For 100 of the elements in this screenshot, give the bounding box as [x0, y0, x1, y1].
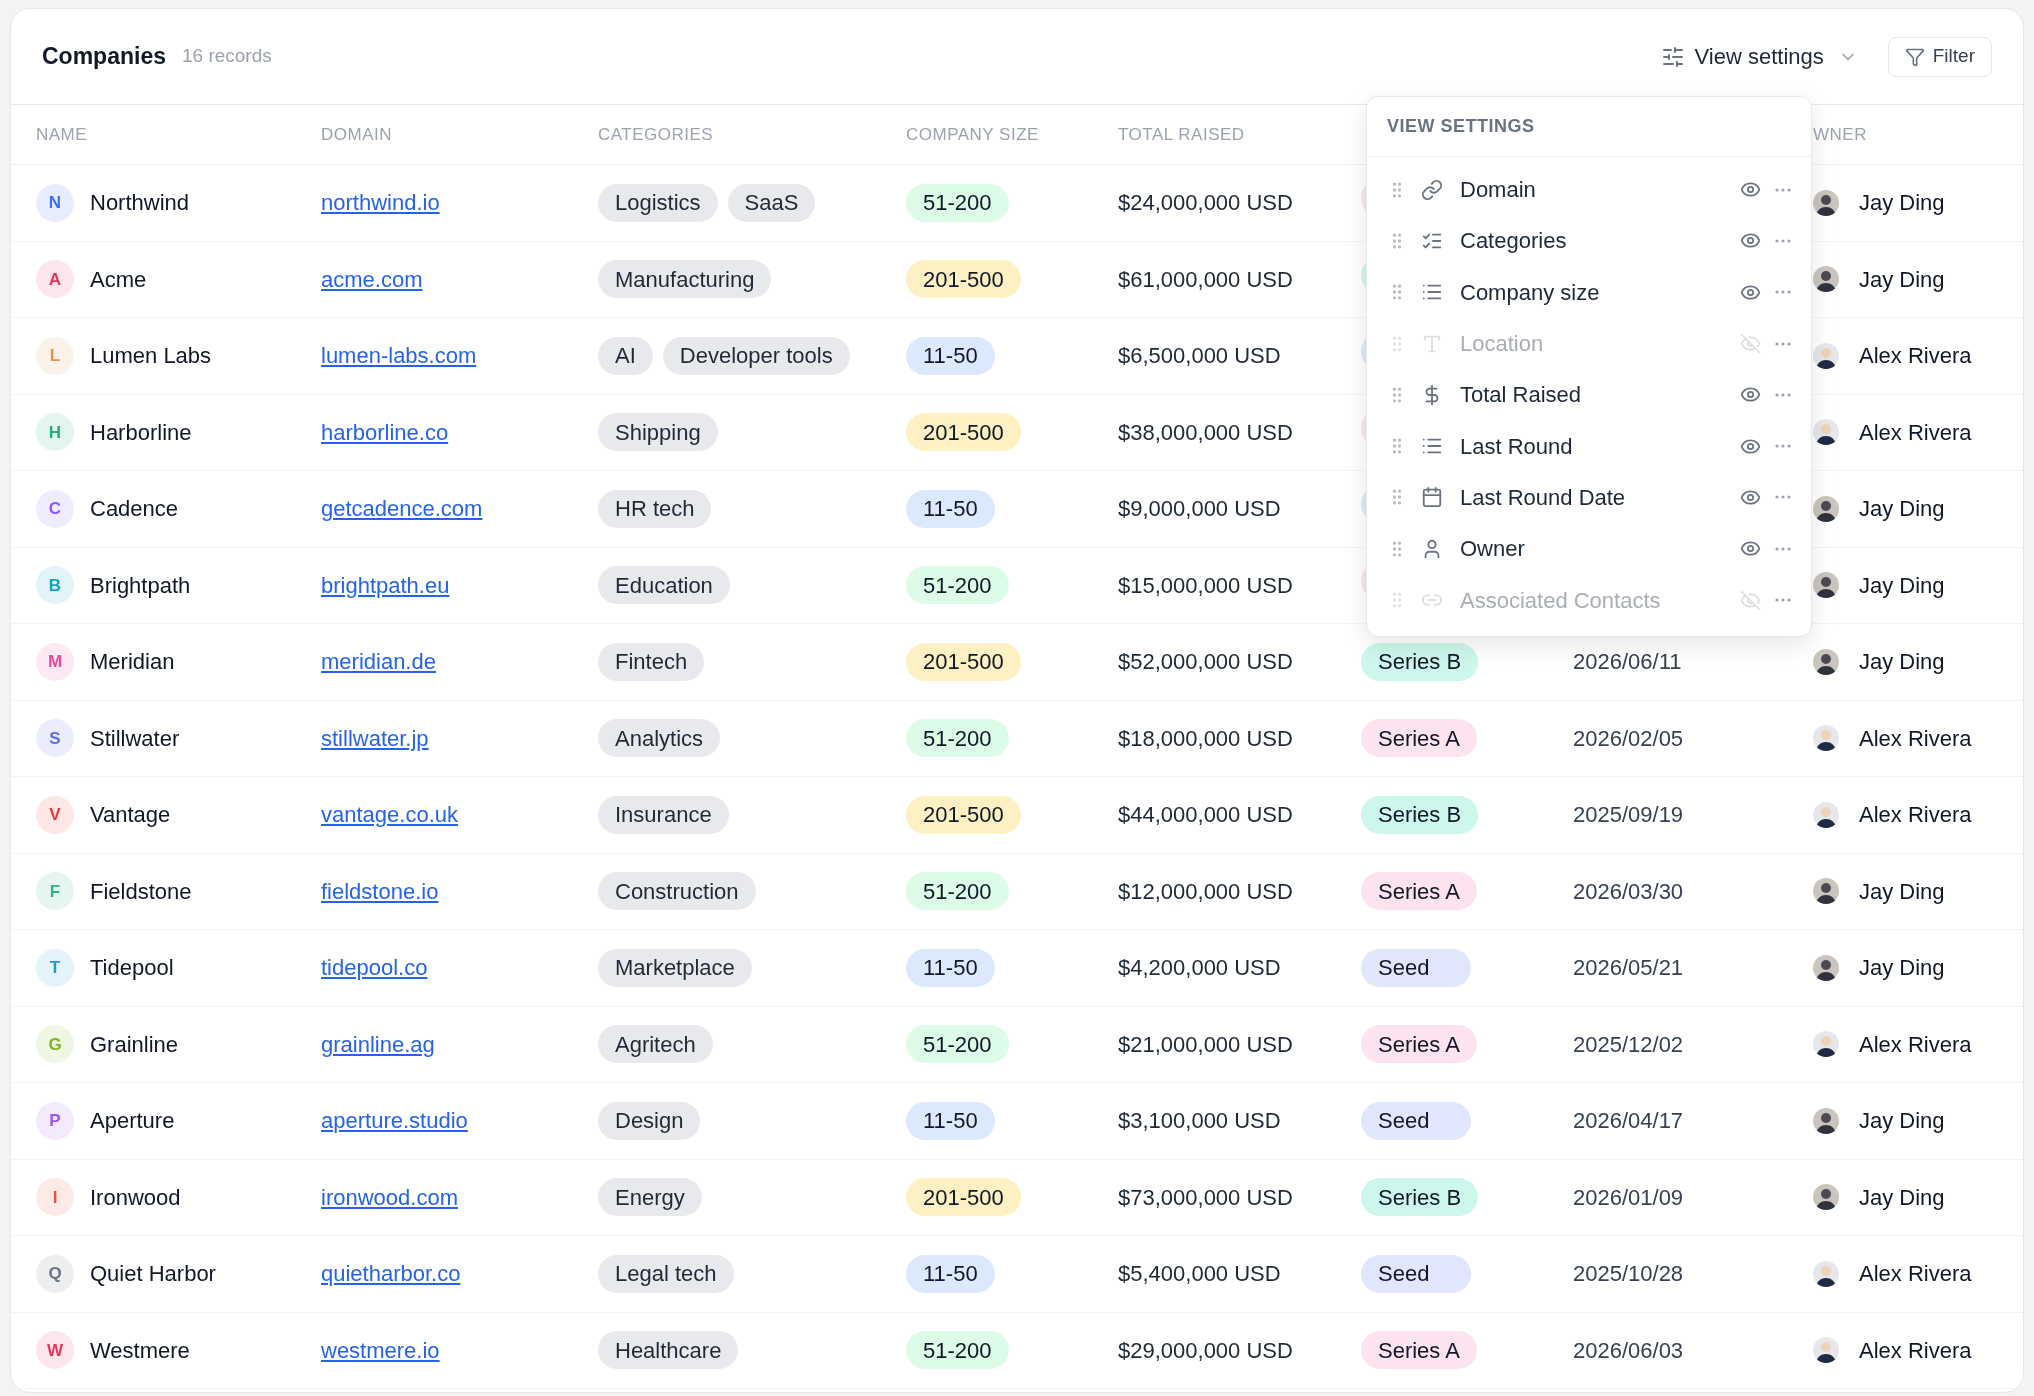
filter-button[interactable]: Filter: [1887, 36, 1992, 77]
owner-name: Alex Rivera: [1859, 801, 1972, 830]
total-raised: $15,000,000 USD: [1118, 572, 1293, 598]
company-avatar: H: [36, 413, 74, 452]
domain-link[interactable]: fieldstone.io: [321, 878, 439, 904]
domain-link[interactable]: getcadence.com: [321, 496, 483, 522]
domain-link[interactable]: stillwater.jp: [321, 725, 429, 751]
round-badge: Seed: [1361, 948, 1471, 987]
more-icon[interactable]: [1775, 495, 1791, 500]
round-date: 2026/01/09: [1573, 1184, 1684, 1210]
page-title: Companies: [42, 42, 166, 72]
round-date: 2025/09/19: [1573, 802, 1684, 828]
total-raised: $73,000,000 USD: [1118, 1184, 1293, 1210]
category-tag: Marketplace: [598, 948, 752, 987]
size-badge: 51-200: [906, 1331, 1009, 1370]
owner-name: Jay Ding: [1859, 648, 1945, 677]
field-label: Location: [1460, 330, 1545, 359]
total-raised: $3,100,000 USD: [1118, 1108, 1281, 1134]
company-name: Aperture: [90, 1107, 175, 1136]
round-date: 2026/04/17: [1573, 1108, 1684, 1134]
company-avatar: M: [36, 642, 74, 681]
domain-link[interactable]: meridian.de: [321, 649, 436, 675]
column-header: DOMAIN: [321, 124, 392, 144]
round-badge: Series A: [1361, 1025, 1477, 1064]
more-icon[interactable]: [1775, 187, 1791, 192]
field-label: Total Raised: [1460, 381, 1583, 410]
category-tag: Healthcare: [598, 1331, 739, 1370]
field-row[interactable]: Owner: [1367, 523, 1811, 575]
company-avatar: A: [36, 260, 74, 299]
field-row[interactable]: Total Raised: [1367, 369, 1811, 421]
category-tag: SaaS: [727, 183, 816, 222]
domain-link[interactable]: westmere.io: [321, 1337, 440, 1363]
round-badge: Series A: [1361, 872, 1477, 911]
total-raised: $12,000,000 USD: [1118, 878, 1293, 904]
more-icon[interactable]: [1775, 598, 1791, 602]
domain-link[interactable]: acme.com: [321, 266, 423, 292]
filter-icon: [1904, 46, 1925, 67]
company-name: Cadence: [90, 495, 179, 524]
company-avatar: V: [36, 795, 74, 834]
company-name: Acme: [90, 265, 147, 294]
round-badge: Seed: [1361, 1101, 1471, 1140]
owner-name: Jay Ding: [1859, 571, 1945, 600]
more-icon[interactable]: [1775, 290, 1791, 295]
link-icon: [1421, 178, 1443, 201]
size-badge: 51-200: [906, 566, 1009, 605]
category-tag: HR tech: [598, 489, 712, 528]
company-avatar: S: [36, 719, 74, 758]
owner-name: Alex Rivera: [1859, 1336, 1972, 1365]
domain-link[interactable]: tidepool.co: [321, 955, 428, 981]
more-icon[interactable]: [1775, 392, 1791, 397]
category-tag: Developer tools: [662, 336, 850, 375]
field-label: Last Round Date: [1460, 483, 1627, 512]
round-badge: Series B: [1361, 642, 1479, 681]
field-row[interactable]: Last Round Date: [1367, 471, 1811, 524]
category-tag: Energy: [598, 1178, 702, 1217]
more-icon[interactable]: [1775, 444, 1791, 449]
domain-link[interactable]: grainline.ag: [321, 1031, 435, 1057]
round-date: 2026/06/03: [1573, 1337, 1684, 1363]
menu-title: VIEW SETTINGS: [1387, 115, 1535, 138]
field-row[interactable]: Company size: [1367, 266, 1811, 318]
field-row[interactable]: Domain: [1367, 164, 1811, 216]
domain-link[interactable]: vantage.co.uk: [321, 802, 458, 828]
round-badge: Series B: [1361, 1178, 1479, 1217]
size-badge: 201-500: [906, 795, 1021, 834]
domain-link[interactable]: ironwood.com: [321, 1184, 458, 1210]
domain-link[interactable]: harborline.co: [321, 419, 449, 445]
company-avatar: G: [36, 1025, 74, 1064]
company-avatar: I: [36, 1178, 74, 1217]
domain-link[interactable]: quietharbor.co: [321, 1261, 461, 1287]
field-row[interactable]: Last Round: [1367, 420, 1811, 472]
size-badge: 201-500: [906, 413, 1021, 452]
owner-name: Alex Rivera: [1859, 342, 1972, 371]
owner-name: Alex Rivera: [1859, 724, 1972, 753]
more-icon[interactable]: [1775, 238, 1791, 243]
company-avatar: Q: [36, 1254, 74, 1293]
more-icon[interactable]: [1775, 546, 1791, 551]
domain-link[interactable]: brightpath.eu: [321, 572, 450, 598]
total-raised: $5,400,000 USD: [1118, 1261, 1281, 1287]
round-date: 2025/12/02: [1573, 1031, 1684, 1057]
total-raised: $44,000,000 USD: [1118, 802, 1293, 828]
owner-name: Jay Ding: [1859, 1183, 1945, 1212]
more-icon[interactable]: [1775, 341, 1791, 346]
round-badge: Series A: [1361, 1331, 1477, 1370]
domain-link[interactable]: lumen-labs.com: [321, 343, 477, 369]
company-avatar: T: [36, 948, 74, 987]
company-avatar: F: [36, 872, 74, 911]
field-label: Categories: [1460, 227, 1568, 256]
company-avatar: B: [36, 566, 74, 605]
round-badge: Series B: [1361, 795, 1479, 834]
category-tag: Design: [598, 1101, 701, 1140]
view-settings-button[interactable]: View settings: [1660, 40, 1858, 73]
field-row[interactable]: Categories: [1367, 215, 1811, 267]
round-badge: Seed: [1361, 1254, 1471, 1293]
category-tag: Shipping: [598, 413, 718, 452]
domain-link[interactable]: northwind.io: [321, 190, 440, 216]
company-avatar: C: [36, 489, 74, 528]
domain-link[interactable]: aperture.studio: [321, 1108, 468, 1134]
size-badge: 51-200: [906, 719, 1009, 758]
company-name: Stillwater: [90, 724, 180, 753]
company-name: Meridian: [90, 648, 175, 677]
